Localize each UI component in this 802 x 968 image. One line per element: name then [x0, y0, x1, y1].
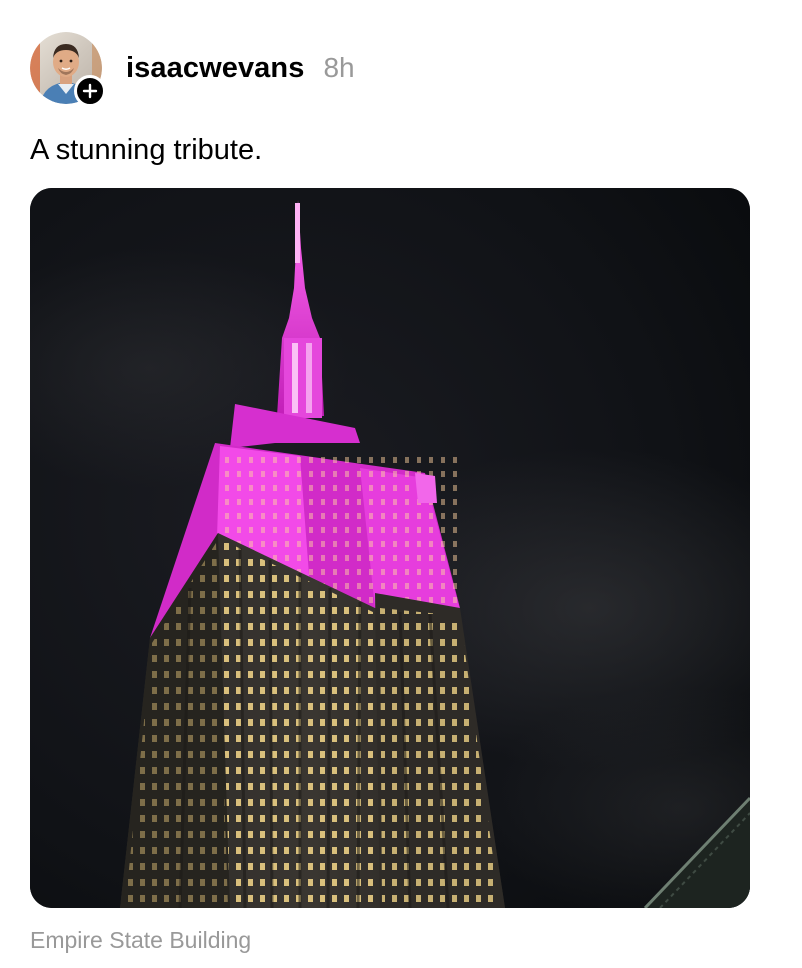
post-header: isaacwevans 8h	[30, 32, 355, 107]
plus-icon	[82, 83, 98, 99]
post-meta: isaacwevans 8h	[126, 52, 355, 85]
location-link[interactable]: Empire State Building	[30, 927, 251, 954]
post-image[interactable]	[30, 188, 750, 908]
post-card: isaacwevans 8h A stunning tribute. Empir…	[0, 0, 802, 968]
username-link[interactable]: isaacwevans	[126, 52, 304, 85]
follow-button[interactable]	[74, 75, 106, 107]
avatar-container	[30, 32, 106, 107]
empire-state-building-photo	[30, 188, 750, 908]
post-caption: A stunning tribute.	[30, 134, 263, 166]
post-timestamp: 8h	[323, 52, 355, 83]
